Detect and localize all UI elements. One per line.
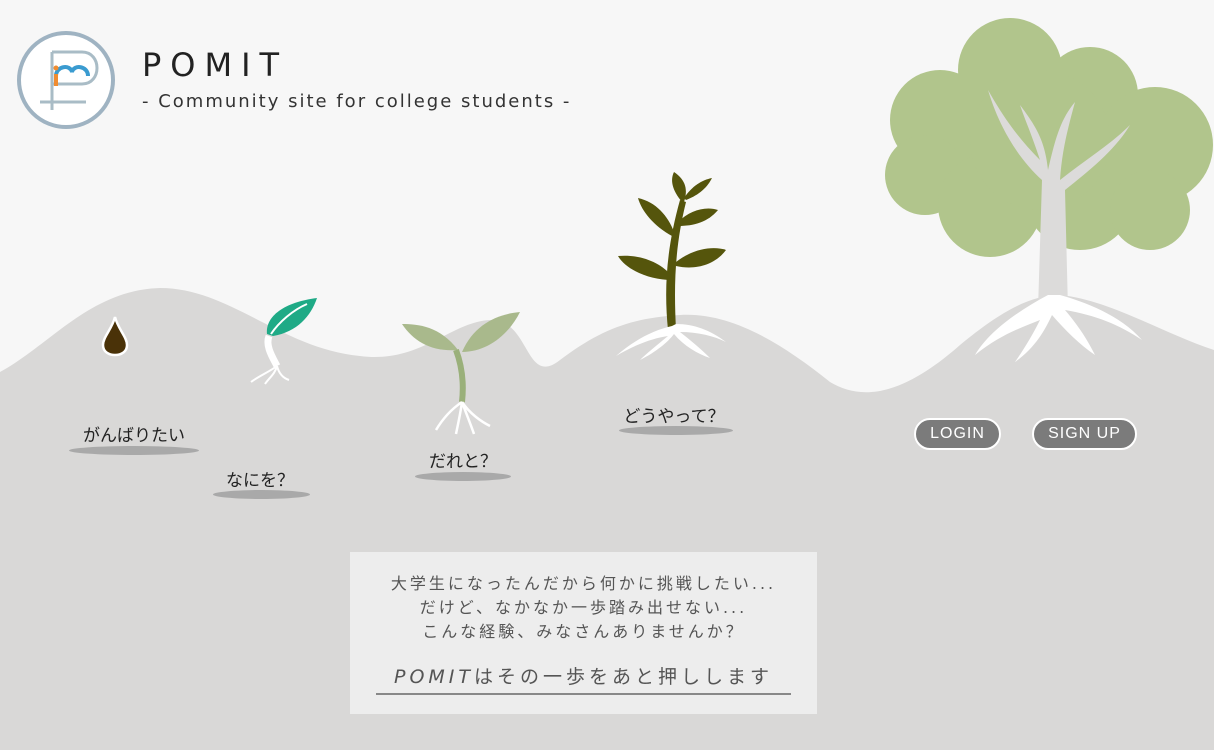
intro-line: こんな経験、みなさんありませんか？ [422, 622, 745, 641]
stage-label-dareto: だれと？ [429, 452, 497, 472]
intro-line: 大学生になったんだから何かに挑戦したい... [390, 574, 777, 593]
stage-shadow [213, 490, 310, 499]
stage-shadow [415, 472, 511, 481]
stage-shadow [69, 446, 199, 455]
pomit-logo [17, 31, 115, 129]
seedling-icon [402, 312, 520, 435]
intro-message-box: 大学生になったんだから何かに挑戦したい... だけど、なかなか一歩踏み出せない.… [350, 552, 817, 714]
sprout-icon [250, 298, 317, 385]
tagline-text: はその一歩をあと押しします [474, 666, 774, 688]
login-button[interactable]: LOGIN [914, 418, 1001, 450]
young-plant-icon [616, 172, 726, 360]
tagline: POMITはその一歩をあと押しします [375, 662, 792, 695]
stage-label-nanio: なにを？ [226, 471, 294, 491]
site-title: POMIT [142, 46, 289, 84]
tree-icon [885, 18, 1213, 362]
stage-label-douyatte: どうやって？ [623, 407, 725, 427]
signup-button[interactable]: SIGN UP [1032, 418, 1137, 450]
intro-line: だけど、なかなか一歩踏み出せない... [419, 598, 748, 617]
stage-label-ganbaritai: がんばりたい [83, 426, 185, 446]
tagline-brand: POMIT [393, 666, 474, 688]
site-subtitle: - Community site for college students - [142, 91, 572, 112]
stage-shadow [619, 426, 733, 435]
seed-icon [101, 316, 129, 357]
